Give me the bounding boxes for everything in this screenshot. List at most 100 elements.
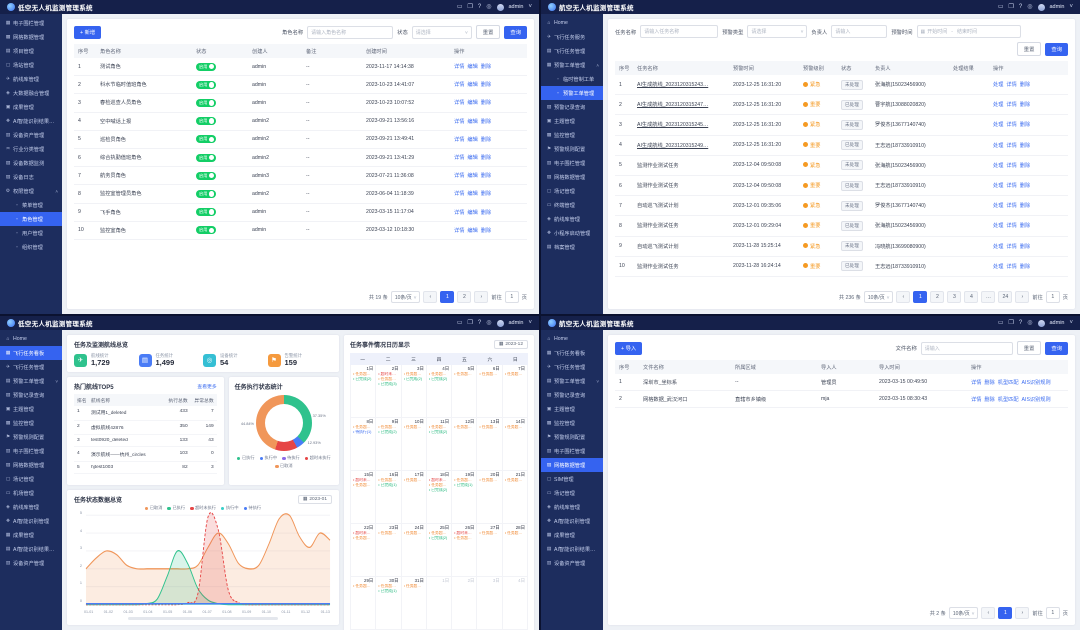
row-action-link[interactable]: 详情 [1006, 163, 1016, 169]
table-row[interactable]: 5 监测作业测试任务 2023-12-04 09:50:08 紧急 未处理 张海… [615, 155, 1068, 175]
status-toggle[interactable]: 启用 [196, 226, 216, 234]
row-action-link[interactable]: 详情 [1006, 203, 1016, 209]
next-page-button[interactable]: › [1015, 607, 1029, 619]
task-name-input[interactable]: 请输入任务名称 [640, 25, 718, 38]
sidebar-item[interactable]: ⚑ 预警规则配置 [541, 142, 603, 156]
top5-row[interactable]: 3test0920_deleted13343 [74, 435, 217, 447]
table-row[interactable]: 1 深圳市_坐标系 -- 管理员 2023-03-15 00:49:50 详情删… [615, 374, 1068, 391]
row-action-link[interactable]: 编辑 [467, 137, 477, 143]
calendar-day-cell[interactable]: 31日 • 任务超时(2) [402, 577, 427, 629]
sidebar-item[interactable]: ♒ 行业分类管理 [0, 142, 62, 156]
row-action-link[interactable]: 处理 [993, 244, 1003, 250]
avatar[interactable] [497, 320, 504, 327]
calendar-event[interactable]: • 任务超时(3) [479, 478, 500, 483]
goto-page-input[interactable]: 1 [505, 291, 519, 303]
row-action-link[interactable]: 编辑 [467, 173, 477, 179]
sidebar-item[interactable]: ▧ 预警记录查询 [0, 388, 62, 402]
import-button[interactable]: + 导入 [615, 342, 642, 355]
status-toggle[interactable]: 启用 [196, 81, 216, 89]
add-button[interactable]: + 新增 [74, 26, 101, 39]
table-row[interactable]: 4 AI生成航线_2023120315249… 2023-12-25 16:31… [615, 135, 1068, 155]
row-action-link[interactable]: 详情 [1006, 244, 1016, 250]
bell-icon[interactable]: ◎ [486, 320, 491, 326]
next-page-button[interactable]: › [474, 291, 488, 303]
sidebar-item[interactable]: ▧ 设备数据监测 [0, 156, 62, 170]
row-action-link[interactable]: 删除 [481, 137, 491, 143]
legend-item[interactable]: 超时未执行 [305, 455, 331, 461]
row-action-link[interactable]: 编辑 [467, 64, 477, 70]
table-row[interactable]: 3 AI生成航线_2023120315245… 2023-12-25 16:31… [615, 115, 1068, 135]
row-action-link[interactable]: 删除 [984, 380, 994, 386]
calendar-day-cell[interactable]: 27日 • 任务超时(3) [477, 524, 502, 576]
calendar-day-cell[interactable]: 24日 • 任务超时(2) [402, 524, 427, 576]
row-action-link[interactable]: 删除 [1020, 244, 1030, 250]
sidebar-item[interactable]: ▭ 场记管理 [541, 486, 603, 500]
cell-task-name[interactable]: AI生成航线_2023120315249… [633, 135, 729, 155]
row-action-link[interactable]: 详情 [1006, 102, 1016, 108]
row-action-link[interactable]: 详情 [1006, 82, 1016, 88]
status-toggle[interactable]: 启用 [196, 190, 216, 198]
sidebar-item[interactable]: ❖ 小程序启动管理 [541, 226, 603, 240]
column-header[interactable]: 操作 [450, 44, 527, 58]
calendar-event[interactable]: • 任务超时(2) [454, 536, 475, 541]
row-action-link[interactable]: 详情 [1006, 223, 1016, 229]
sidebar-item[interactable]: ▣ 成果管理 [0, 100, 62, 114]
calendar-event[interactable]: • 任务超时(2) [404, 531, 425, 536]
table-row[interactable]: 10 监测作业测试任务 2023-11-28 16:24:14 重要 已处理 王… [615, 256, 1068, 276]
row-action-link[interactable]: 机型匹配 [998, 380, 1019, 386]
user-menu[interactable]: admin [1050, 320, 1065, 326]
row-action-link[interactable]: 编辑 [467, 82, 477, 88]
prev-page-button[interactable]: ‹ [423, 291, 437, 303]
row-action-link[interactable]: 删除 [481, 191, 491, 197]
calendar-event[interactable]: • 任务超时(2) [454, 425, 475, 430]
calendar-event[interactable]: • 已完成(2) [429, 488, 450, 493]
table-row[interactable]: 2 AI生成航线_2023120315247… 2023-12-25 16:31… [615, 95, 1068, 115]
status-toggle[interactable]: 启用 [196, 208, 216, 216]
row-action-link[interactable]: 删除 [1020, 122, 1030, 128]
sidebar-item[interactable]: ▫ 临时管制工单 [541, 72, 603, 86]
calendar-day-cell[interactable]: 16日 • 任务超时(3)• 已完成(1) [376, 471, 401, 523]
row-action-link[interactable]: 处理 [993, 82, 1003, 88]
calendar-event[interactable]: • 已完成(1) [378, 589, 399, 594]
sidebar-item[interactable]: ▩ 监控管理 [541, 416, 603, 430]
bell-icon[interactable]: ◎ [1027, 320, 1032, 326]
table-row[interactable]: 7 自动巡飞测试计划 2023-12-01 09:35:06 紧急 未处理 罗俊… [615, 196, 1068, 216]
row-action-link[interactable]: 处理 [993, 143, 1003, 149]
sidebar-item[interactable]: ▦ 预警工单管理 ˄ [541, 58, 603, 72]
row-action-link[interactable]: AIS识别规则 [1022, 397, 1051, 403]
avatar[interactable] [497, 4, 504, 11]
calendar-event[interactable]: • 任务超时(4) [505, 372, 526, 377]
calendar-day-cell[interactable]: 25日 • 任务超时(3)• 已完成(2) [427, 524, 452, 576]
table-row[interactable]: 4 空中喊话上报 启用 admin2 -- 2023-09-21 13:56:1… [74, 112, 527, 130]
calendar-event[interactable]: • 任务超时(2) [505, 425, 526, 430]
reset-button[interactable]: 重置 [476, 25, 501, 39]
sidebar-item[interactable]: ◈ 大数据融合管理 [0, 86, 62, 100]
top5-row[interactable]: 1测试用1_deleted4337 [74, 406, 217, 420]
legend-item[interactable]: 已执行 [237, 455, 255, 461]
sidebar-item[interactable]: ⌂ Home [0, 332, 62, 346]
row-action-link[interactable]: 详情 [454, 100, 464, 106]
sidebar-item[interactable]: ▫ 组织管理 [0, 240, 62, 254]
calendar-event[interactable]: • 任务超时(2) [505, 531, 526, 536]
sidebar-item[interactable]: ▦ 成果管理 [0, 528, 62, 542]
search-button[interactable]: 查询 [504, 26, 527, 39]
row-action-link[interactable]: 编辑 [467, 210, 477, 216]
calendar-event[interactable]: • 已完成(2) [404, 377, 425, 382]
calendar-day-cell[interactable]: 29日 • 任务超时(2) [351, 577, 376, 629]
page-number-button[interactable]: 2 [457, 291, 471, 303]
row-action-link[interactable]: 删除 [481, 210, 491, 216]
sidebar-item[interactable]: ❖ AI智能识别管理 [541, 514, 603, 528]
calendar-event[interactable]: • 已完成(3) [378, 382, 399, 387]
calendar-day-cell[interactable]: 2日 • 超时未执行(2)• 任务超时(5)• 已完成(3) [376, 365, 401, 417]
monitor-icon[interactable]: ▭ [998, 320, 1004, 326]
row-action-link[interactable]: AIS识别规则 [1022, 380, 1051, 386]
time-range-input[interactable]: ▦开始时间-结束时间 [917, 25, 1021, 38]
sidebar-item[interactable]: ▤ 预警工单管理 ˅ [0, 374, 62, 388]
sidebar-item[interactable]: ▫ 角色管理 [0, 212, 62, 226]
calendar-event[interactable]: • 任务超时(3) [378, 531, 399, 536]
cell-task-name[interactable]: 自动巡飞测试计划 [633, 196, 729, 216]
calendar-event[interactable]: • 任务超时(3) [479, 425, 500, 430]
sidebar-item[interactable]: ▤ AI智能识别结果统计管理 [0, 542, 62, 556]
calendar-day-cell[interactable]: 10日 • 任务超时(3) [402, 418, 427, 470]
table-row[interactable]: 5 巡检员角色 启用 admin2 -- 2023-09-21 13:49:41… [74, 130, 527, 148]
